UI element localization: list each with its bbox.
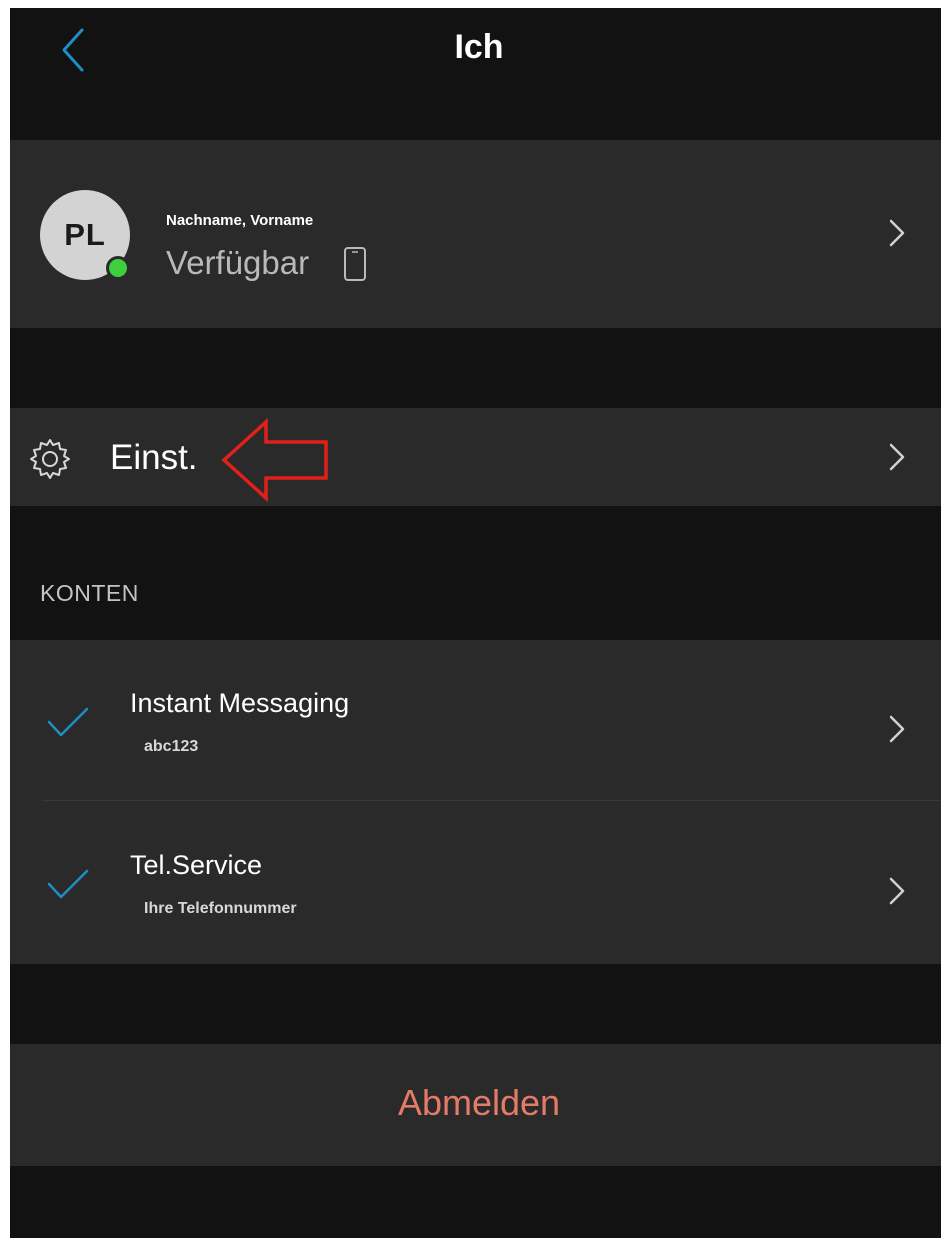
account-title: Tel.Service [130, 850, 263, 880]
screen: Ich PL Nachname, Vorname Verfügbar Einst… [10, 8, 941, 1238]
profile-status: Verfügbar [166, 244, 310, 281]
profile-cell[interactable]: PL Nachname, Vorname Verfügbar [10, 140, 941, 328]
logout-button[interactable]: Abmelden [10, 1044, 941, 1166]
settings-label: Einst. [110, 438, 198, 477]
chevron-right-icon [889, 443, 905, 471]
accounts-section-header: KONTEN [40, 580, 139, 606]
account-row-instant-messaging[interactable]: Instant Messaging abc123 [10, 640, 941, 801]
account-subtitle: Ihre Telefonnummer [144, 900, 297, 917]
chevron-right-icon [889, 877, 905, 905]
red-arrow-annotation [221, 418, 328, 502]
logout-label: Abmelden [397, 1082, 561, 1123]
accounts-list: Instant Messaging abc123 Tel.Service Ihr… [10, 640, 941, 964]
row-divider [42, 800, 941, 801]
checkmark-icon [47, 707, 89, 737]
gear-icon [30, 439, 70, 479]
page-title: Ich [454, 28, 504, 66]
checkmark-icon [47, 869, 89, 899]
profile-name: Nachname, Vorname [166, 212, 314, 229]
account-row-tel-service[interactable]: Tel.Service Ihre Telefonnummer [10, 802, 941, 962]
account-subtitle: abc123 [144, 738, 199, 755]
chevron-right-icon [889, 219, 905, 247]
presence-indicator [106, 256, 130, 280]
settings-cell[interactable]: Einst. [10, 408, 941, 506]
navigation-bar: Ich [10, 8, 941, 140]
phone-device-icon [344, 247, 366, 281]
chevron-right-icon [889, 715, 905, 743]
account-title: Instant Messaging [130, 688, 350, 718]
